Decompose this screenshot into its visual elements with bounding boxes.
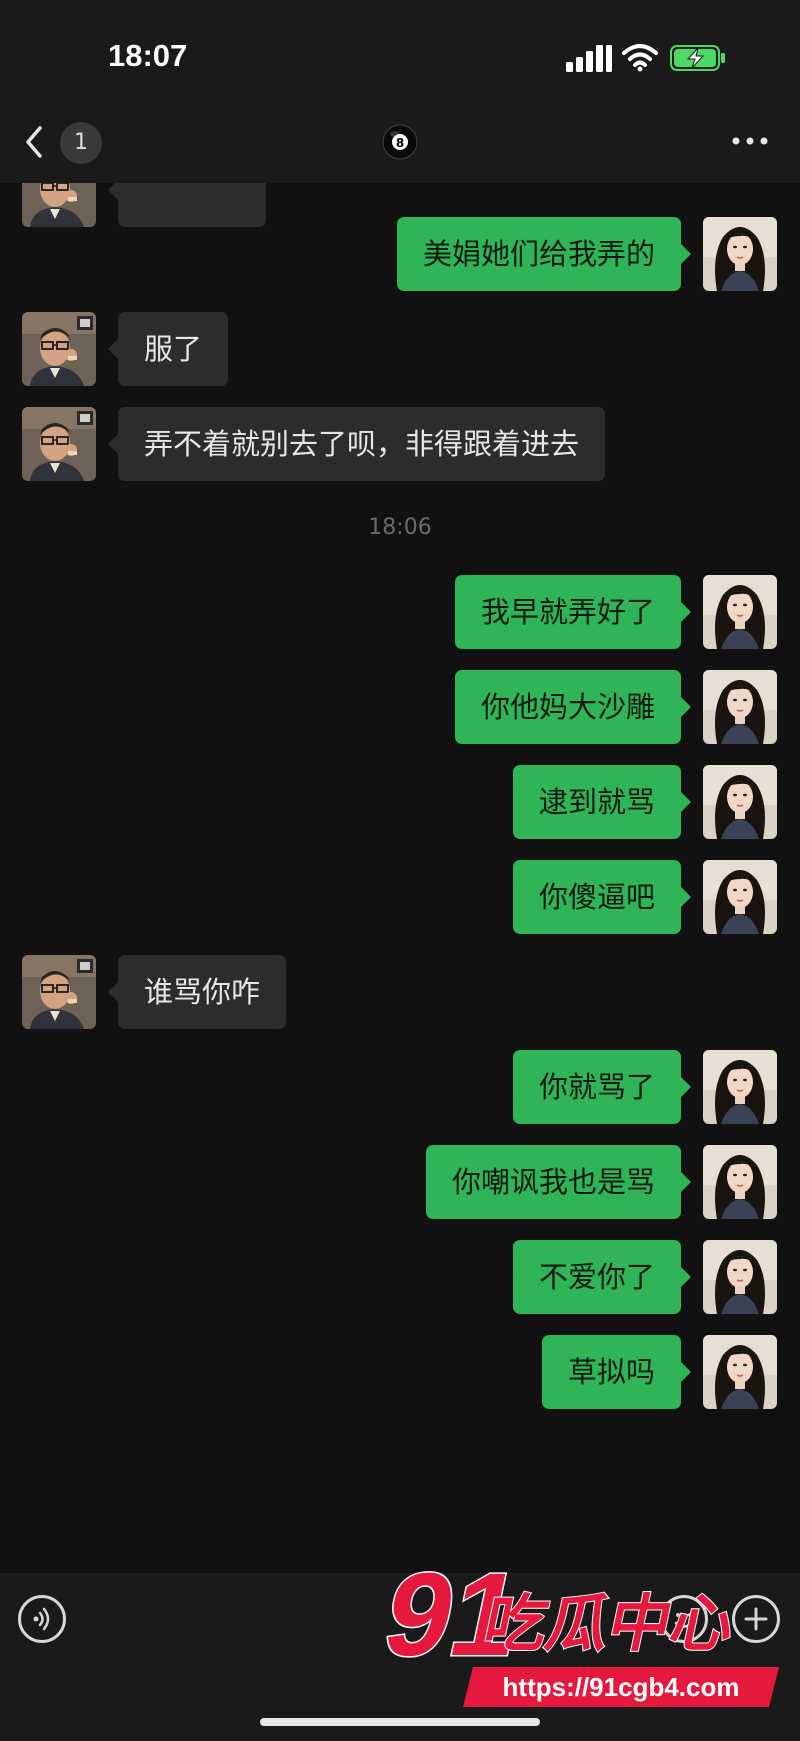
chevron-left-icon (26, 126, 42, 158)
message-bubble[interactable]: 服了 (107, 312, 229, 386)
incoming-message: 弄不着就别去了呗，非得跟着进去 (0, 407, 800, 483)
outgoing-message: 逮到就骂 (0, 765, 800, 841)
my-avatar[interactable] (703, 1335, 777, 1409)
message-bubble[interactable]: 你嘲讽我也是骂 (425, 1145, 692, 1219)
outgoing-message: 美娟她们给我弄的 (0, 217, 800, 293)
message-list[interactable]: 美娟她们给我弄的 服了 弄不着就别去了呗，非得跟着进去 18:06 我早就弄好了 … (0, 183, 800, 1573)
outgoing-message: 不爱你了 (0, 1240, 800, 1316)
my-avatar[interactable] (703, 1145, 777, 1219)
status-time: 18:07 (108, 38, 188, 73)
voice-icon (33, 1607, 50, 1631)
more-dots-icon[interactable] (728, 130, 772, 152)
outgoing-message: 你他妈大沙雕 (0, 670, 800, 746)
contact-avatar[interactable] (22, 312, 96, 386)
cellular-signal-icon (566, 45, 612, 72)
watermark-url-text: https://91cgb4.com (502, 1672, 740, 1702)
message-bubble[interactable]: 我早就弄好了 (454, 575, 692, 649)
message-bubble[interactable]: 你就骂了 (512, 1050, 692, 1124)
my-avatar[interactable] (703, 217, 777, 291)
svg-text:8: 8 (396, 136, 404, 150)
incoming-message: 服了 (0, 312, 800, 388)
contact-avatar[interactable] (22, 955, 96, 1029)
outgoing-message: 你就骂了 (0, 1050, 800, 1126)
message-bubble[interactable]: 美娟她们给我弄的 (396, 217, 692, 291)
status-bar: 18:07 (0, 0, 800, 100)
unread-count-badge: 1 (60, 122, 102, 164)
outgoing-message: 你嘲讽我也是骂 (0, 1145, 800, 1221)
outgoing-message: 我早就弄好了 (0, 575, 800, 651)
outgoing-message: 你傻逼吧 (0, 860, 800, 936)
wifi-icon (622, 44, 658, 72)
message-bubble[interactable]: 草拟吗 (541, 1335, 692, 1409)
contact-avatar[interactable] (22, 407, 96, 481)
message-bubble[interactable]: 不爱你了 (512, 1240, 692, 1314)
incoming-message: 谁骂你咋 (0, 955, 800, 1031)
my-avatar[interactable] (703, 670, 777, 744)
watermark-text: 吃瓜中心 (478, 1588, 741, 1660)
watermark-url: https://91cgb4.com (463, 1667, 779, 1707)
message-bubble[interactable]: 谁骂你咋 (107, 955, 287, 1029)
outgoing-message: 草拟吗 (0, 1335, 800, 1411)
my-avatar[interactable] (703, 860, 777, 934)
my-avatar[interactable] (703, 1240, 777, 1314)
back-button[interactable]: 1 (22, 122, 122, 164)
my-avatar[interactable] (703, 1050, 777, 1124)
voice-button[interactable] (18, 1595, 66, 1643)
message-bubble[interactable]: 弄不着就别去了呗，非得跟着进去 (107, 407, 606, 481)
home-indicator (260, 1718, 540, 1726)
my-avatar[interactable] (703, 575, 777, 649)
my-avatar[interactable] (703, 765, 777, 839)
message-bubble[interactable]: 你他妈大沙雕 (454, 670, 692, 744)
message-bubble[interactable]: 逮到就骂 (512, 765, 692, 839)
message-timestamp: 18:06 (368, 515, 432, 540)
battery-charging-icon (670, 45, 725, 71)
message-bubble[interactable]: 你傻逼吧 (512, 860, 692, 934)
watermark-logo: 91 吃瓜中心 (380, 1555, 742, 1665)
8-ball-icon: 8 (382, 124, 418, 160)
